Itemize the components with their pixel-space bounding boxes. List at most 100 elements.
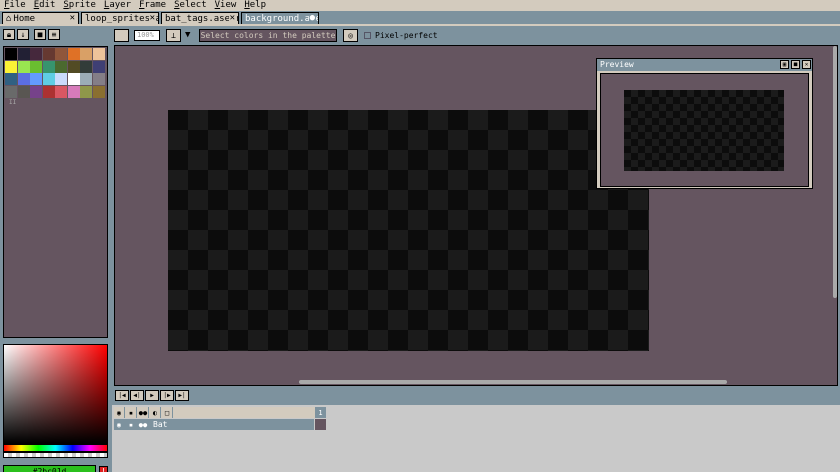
layer-lock-icon[interactable]: ▪ [126,419,137,430]
lock-palette-button[interactable]: 🔒︎ [3,29,15,40]
menu-file[interactable]: File [0,0,30,11]
play-button[interactable]: ▶ [145,390,159,401]
menu-file-label: ile [9,0,26,10]
palette-swatch[interactable] [5,60,17,73]
menu-help[interactable]: Help [240,0,270,11]
first-frame-button[interactable]: |◀ [115,390,129,401]
palette-swatch[interactable] [17,60,30,73]
onion-skin-icon[interactable]: ◐ [150,407,161,418]
menu-frame[interactable]: Frame [135,0,170,11]
palette-swatch[interactable] [55,48,67,60]
palette-grid: II [3,46,108,338]
palette-swatch[interactable] [5,48,17,60]
lock-icon: 🔒︎ [6,29,12,39]
preview-pin-button[interactable]: ▣ [780,60,789,69]
last-frame-button[interactable]: ▶| [175,390,189,401]
preview-close-button[interactable]: ✕ [802,60,811,69]
magic-wand-icon: ◎ [348,31,353,40]
palette-swatch[interactable] [17,48,30,60]
layer-options-icon[interactable]: □ [162,407,173,418]
eye-icon[interactable]: ◉ [114,407,125,418]
sort-palette-button[interactable]: ↓ [17,29,29,40]
palette-swatch[interactable] [55,85,67,98]
palette-swatch[interactable] [42,48,55,60]
menu-icon: ≡ [51,30,57,39]
menu-select[interactable]: Select [170,0,211,11]
palette-swatch[interactable] [92,60,105,73]
alpha-slider[interactable] [3,452,108,458]
continuous-icon[interactable]: ●● [138,407,149,418]
preview-viewport[interactable] [600,73,809,187]
brush-preview-button[interactable] [114,29,129,42]
palette-index-marker: II [9,99,17,106]
menu-layer[interactable]: Layer [100,0,135,11]
palette-swatch[interactable] [67,48,80,60]
stamp-tool-button[interactable]: ⊥ [166,29,181,42]
palette-swatch[interactable] [67,73,80,85]
palette-swatch[interactable] [30,48,42,60]
menu-edit[interactable]: Edit [30,0,60,11]
palette-swatch[interactable] [92,48,105,60]
next-frame-button[interactable]: |▶ [160,390,174,401]
opacity-input[interactable]: 100% [134,30,160,41]
tab-loop-sprites-close-icon[interactable]: ✕ [148,13,155,23]
palette-swatch[interactable] [42,85,55,98]
tab-bar: ⌂ Home ✕ loop_sprites.ase ✕ bat_tags.ase… [0,11,840,25]
previous-frame-button[interactable]: ◀| [130,390,144,401]
hue-slider[interactable] [3,444,108,452]
palette-swatch[interactable] [5,85,17,98]
palette-swatch[interactable] [17,73,30,85]
chevron-down-icon[interactable]: ▼ [185,30,190,40]
layer-visibility-eye-icon[interactable]: ◉ [114,419,125,430]
padlock-icon[interactable]: ▪ [126,407,137,418]
palette-swatch[interactable] [67,60,80,73]
context-bar: 100% ⊥ ▼ Select colors in the palette ◎ … [112,26,840,45]
pixel-perfect-checkbox[interactable] [364,32,371,39]
saturation-value-field[interactable] [3,344,108,444]
palette-swatch[interactable] [5,73,17,85]
palette-swatch[interactable] [42,73,55,85]
timeline-area[interactable]: ◉ ▪ ●● ◐ □ 1 ◉ ▪ ●● Bat [112,405,840,472]
pin-icon: ▣ [782,61,787,68]
sprite-canvas[interactable] [168,110,649,351]
layer-row[interactable]: ◉ ▪ ●● Bat [114,419,314,430]
palette-swatch[interactable] [30,73,42,85]
next-frame-icon: |▶ [163,392,171,399]
palette-swatch[interactable] [55,73,67,85]
foreground-color-button[interactable]: #2bc01d [3,465,96,472]
first-frame-icon: |◀ [118,392,126,399]
horizontal-scrollbar[interactable] [299,380,727,384]
menu-sprite[interactable]: Sprite [59,0,100,11]
pixel-perfect-label: Pixel-perfect [375,31,438,40]
timeline: |◀ ◀| ▶ |▶ ▶| ◉ ▪ ●● ◐ □ 1 ◉ ▪ ●● Bat [112,388,840,472]
palette-swatch[interactable] [42,60,55,73]
tab-home-close-icon[interactable]: ✕ [70,13,75,23]
menu-edit-label: dit [39,0,56,10]
palette-swatch[interactable] [92,85,105,98]
preview-maximize-button[interactable]: ■ [791,60,800,69]
palette-swatch[interactable] [80,73,92,85]
select-palette-colors-button[interactable]: Select colors in the palette [199,29,337,42]
layer-continuous-icon[interactable]: ●● [138,419,149,430]
vertical-scrollbar[interactable] [833,46,837,298]
palette-swatch[interactable] [80,60,92,73]
frame-header-1[interactable]: 1 [315,407,326,418]
menu-help-label: elp [249,0,266,10]
palette-swatch[interactable] [92,73,105,85]
palette-swatch[interactable] [30,60,42,73]
palette-swatch[interactable] [55,60,67,73]
warning-icon[interactable]: ! [99,466,108,472]
tab-bat-tags-close-icon[interactable]: ✕ [228,13,235,23]
cel[interactable] [315,419,326,430]
palette-swatch[interactable] [67,85,80,98]
palette-swatch[interactable] [80,48,92,60]
palette-swatch[interactable] [30,85,42,98]
menu-view[interactable]: View [211,0,241,11]
palette-swatch[interactable] [17,85,30,98]
palette-options-button[interactable]: ≡ [48,29,60,40]
palette-swatch[interactable] [80,85,92,98]
magic-wand-button[interactable]: ◎ [343,29,358,42]
palette-view-button[interactable]: ■ [34,29,46,40]
play-icon: ▶ [150,392,154,399]
tab-modified-dot-icon[interactable]: ● [308,13,315,23]
